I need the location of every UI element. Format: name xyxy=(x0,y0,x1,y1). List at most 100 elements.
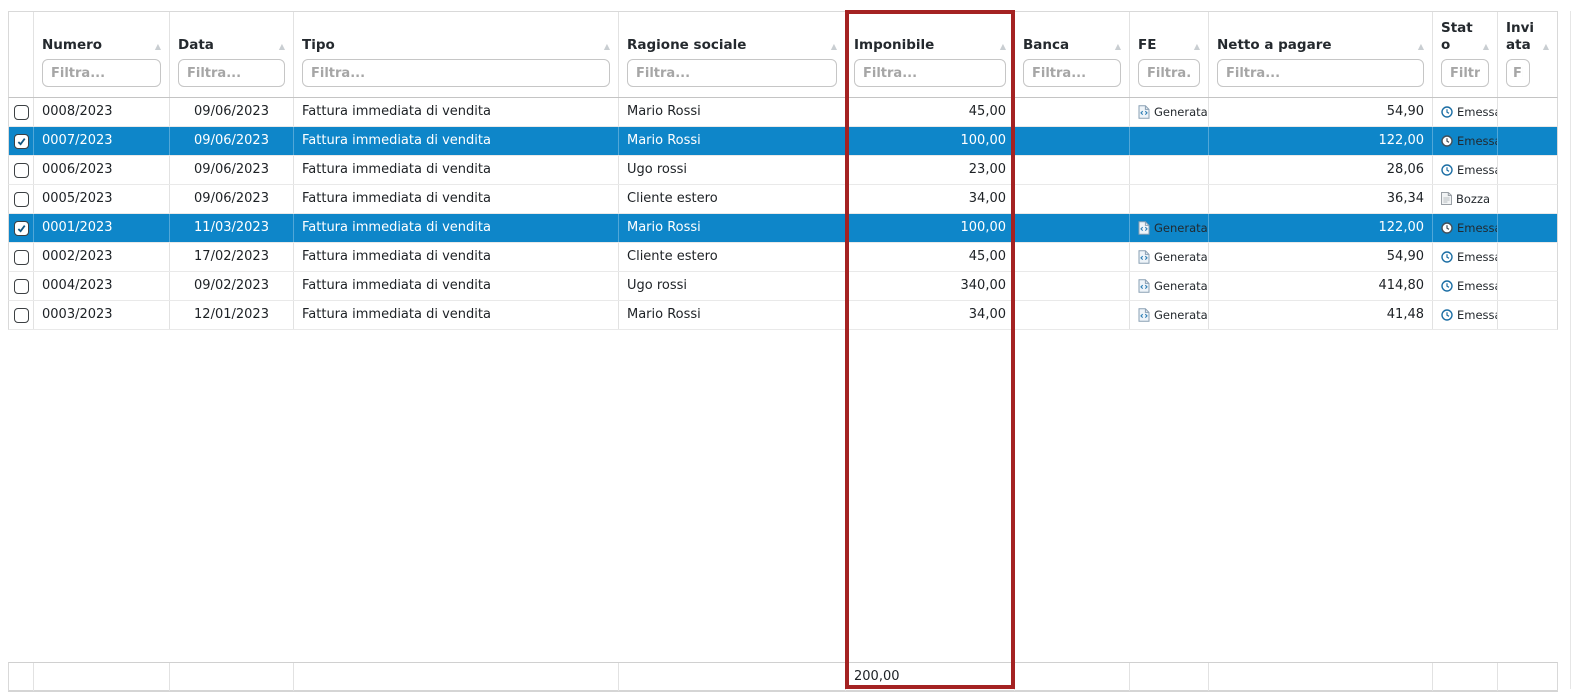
status-badge: Bozza xyxy=(1441,192,1490,206)
footer-cell-ragione_sociale xyxy=(619,663,846,691)
imponibile-total: 200,00 xyxy=(846,663,1015,691)
cell-inviata xyxy=(1498,243,1557,271)
filter-input-inviata[interactable] xyxy=(1506,59,1530,87)
cell-netto_a_pagare: 28,06 xyxy=(1209,156,1433,184)
clock-icon xyxy=(1441,251,1453,263)
sort-ascending-icon[interactable]: ▲ xyxy=(997,40,1006,54)
cell-inviata xyxy=(1498,98,1557,126)
status-badge: Emessa xyxy=(1441,221,1498,235)
fe-badge-label: Generata xyxy=(1154,221,1208,235)
row-checkbox[interactable] xyxy=(14,250,29,265)
cell-tipo: Fattura immediata di vendita xyxy=(294,301,619,329)
cell-inviata xyxy=(1498,156,1557,184)
cell-data: 09/06/2023 xyxy=(170,156,294,184)
table-row[interactable]: 0005/202309/06/2023Fattura immediata di … xyxy=(8,185,1558,214)
cell-ragione_sociale: Ugo rossi xyxy=(619,272,846,300)
column-header-fe[interactable]: FE▲ xyxy=(1130,12,1209,97)
status-badge: Emessa xyxy=(1441,250,1498,264)
cell-numero: 0003/2023 xyxy=(34,301,170,329)
row-checkbox-cell xyxy=(9,272,34,300)
cell-fe xyxy=(1130,185,1209,213)
select-all-header-cell xyxy=(9,12,34,97)
cell-stato: Emessa xyxy=(1433,301,1498,329)
sort-ascending-icon[interactable]: ▲ xyxy=(152,40,161,54)
filter-input-fe[interactable] xyxy=(1138,59,1200,87)
status-badge: Emessa xyxy=(1441,134,1498,148)
row-checkbox-checked[interactable] xyxy=(14,134,29,149)
table-row[interactable]: 0002/202317/02/2023Fattura immediata di … xyxy=(8,243,1558,272)
status-badge-label: Emessa xyxy=(1457,308,1498,322)
row-checkbox-checked[interactable] xyxy=(14,221,29,236)
sort-ascending-icon[interactable]: ▲ xyxy=(1415,40,1424,54)
cell-stato: Bozza xyxy=(1433,185,1498,213)
cell-data: 11/03/2023 xyxy=(170,214,294,242)
column-label-stato: Stato xyxy=(1441,20,1480,54)
filter-input-tipo[interactable] xyxy=(302,59,610,87)
sort-ascending-icon[interactable]: ▲ xyxy=(1112,40,1121,54)
sort-ascending-icon[interactable]: ▲ xyxy=(601,40,610,54)
fe-badge-label: Generata xyxy=(1154,308,1208,322)
column-header-tipo[interactable]: Tipo▲ xyxy=(294,12,619,97)
row-checkbox[interactable] xyxy=(14,308,29,323)
status-badge-label: Emessa xyxy=(1457,105,1498,119)
row-checkbox[interactable] xyxy=(14,279,29,294)
cell-imponibile: 340,00 xyxy=(846,272,1015,300)
filter-input-netto_a_pagare[interactable] xyxy=(1217,59,1424,87)
sort-ascending-icon[interactable]: ▲ xyxy=(1540,40,1549,54)
cell-tipo: Fattura immediata di vendita xyxy=(294,127,619,155)
cell-fe: Generata xyxy=(1130,243,1209,271)
table-row[interactable]: 0004/202309/02/2023Fattura immediata di … xyxy=(8,272,1558,301)
cell-stato: Emessa xyxy=(1433,272,1498,300)
cell-fe: Generata xyxy=(1130,301,1209,329)
clock-icon xyxy=(1441,106,1453,118)
column-header-ragione_sociale[interactable]: Ragione sociale▲ xyxy=(619,12,846,97)
xml-file-icon xyxy=(1138,279,1150,293)
table-empty-area xyxy=(8,330,1558,662)
table-right-edge-divider xyxy=(1570,11,1571,689)
cell-ragione_sociale: Ugo rossi xyxy=(619,156,846,184)
row-checkbox[interactable] xyxy=(14,105,29,120)
sort-ascending-icon[interactable]: ▲ xyxy=(828,40,837,54)
column-label-netto_a_pagare: Netto a pagare xyxy=(1217,37,1332,54)
row-checkbox[interactable] xyxy=(14,192,29,207)
cell-stato: Emessa xyxy=(1433,98,1498,126)
cell-fe xyxy=(1130,156,1209,184)
filter-input-ragione_sociale[interactable] xyxy=(627,59,837,87)
cell-netto_a_pagare: 54,90 xyxy=(1209,243,1433,271)
filter-input-numero[interactable] xyxy=(42,59,161,87)
table-row[interactable]: 0007/202309/06/2023Fattura immediata di … xyxy=(8,127,1558,156)
table-row[interactable]: 0006/202309/06/2023Fattura immediata di … xyxy=(8,156,1558,185)
sort-ascending-icon[interactable]: ▲ xyxy=(276,40,285,54)
xml-file-icon xyxy=(1138,308,1150,322)
column-header-imponibile[interactable]: Imponibile▲ xyxy=(846,12,1015,97)
filter-input-banca[interactable] xyxy=(1023,59,1121,87)
column-header-netto_a_pagare[interactable]: Netto a pagare ▲ xyxy=(1209,12,1433,97)
row-checkbox[interactable] xyxy=(14,163,29,178)
cell-numero: 0004/2023 xyxy=(34,272,170,300)
row-checkbox-cell xyxy=(9,98,34,126)
footer-cell-fe xyxy=(1130,663,1209,691)
column-header-numero[interactable]: Numero▲ xyxy=(34,12,170,97)
cell-imponibile: 100,00 xyxy=(846,214,1015,242)
column-header-inviata[interactable]: Inviata▲ xyxy=(1498,12,1557,97)
cell-numero: 0002/2023 xyxy=(34,243,170,271)
row-checkbox-cell xyxy=(9,214,34,242)
fe-generata-badge: Generata xyxy=(1138,221,1208,235)
status-badge-label: Emessa xyxy=(1457,250,1498,264)
table-row[interactable]: 0001/202311/03/2023Fattura immediata di … xyxy=(8,214,1558,243)
draft-document-icon xyxy=(1441,192,1452,205)
column-header-stato[interactable]: Stato▲ xyxy=(1433,12,1498,97)
cell-ragione_sociale: Mario Rossi xyxy=(619,301,846,329)
column-header-banca[interactable]: Banca▲ xyxy=(1015,12,1130,97)
sort-ascending-icon[interactable]: ▲ xyxy=(1480,40,1489,54)
clock-icon xyxy=(1441,309,1453,321)
cell-stato: Emessa xyxy=(1433,243,1498,271)
filter-input-data[interactable] xyxy=(178,59,285,87)
filter-input-stato[interactable] xyxy=(1441,59,1489,87)
sort-ascending-icon[interactable]: ▲ xyxy=(1191,40,1200,54)
column-header-data[interactable]: Data▲ xyxy=(170,12,294,97)
table-row[interactable]: 0008/202309/06/2023Fattura immediata di … xyxy=(8,98,1558,127)
table-row[interactable]: 0003/202312/01/2023Fattura immediata di … xyxy=(8,301,1558,330)
filter-input-imponibile[interactable] xyxy=(854,59,1006,87)
table-footer-row: 200,00 xyxy=(8,662,1558,692)
